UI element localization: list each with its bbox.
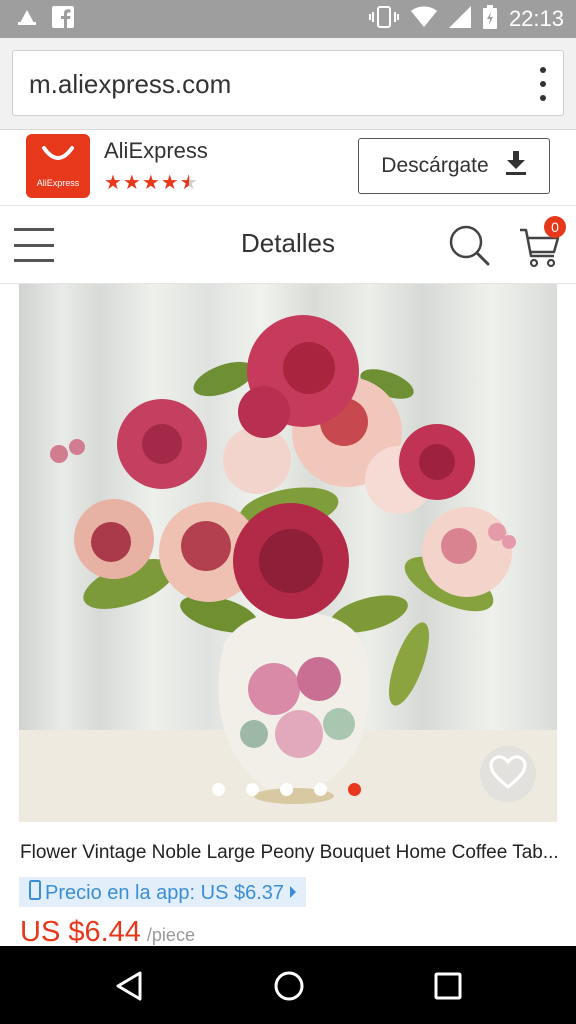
app-price-label: Precio en la app: US $6.37 [45, 881, 285, 904]
battery-icon [482, 4, 497, 34]
back-icon[interactable] [114, 970, 144, 1007]
overflow-menu-icon[interactable] [537, 67, 549, 101]
heart-icon [489, 755, 527, 794]
download-label: Descárgate [381, 154, 489, 177]
signal-icon [448, 5, 471, 33]
app-name: AliExpress [104, 138, 208, 163]
carousel-dot[interactable] [280, 783, 293, 796]
address-bar[interactable]: m.aliexpress.com [12, 50, 564, 116]
system-navigation-bar [0, 946, 576, 1024]
browser-toolbar: m.aliexpress.com [0, 38, 576, 130]
favorite-button[interactable] [480, 746, 536, 802]
product-image[interactable] [19, 284, 557, 822]
carousel-dot-active[interactable] [348, 783, 361, 796]
phone-icon [29, 880, 41, 906]
wifi-icon [410, 6, 437, 33]
vibrate-icon [368, 5, 399, 33]
chevron-right-icon [288, 882, 298, 905]
search-icon[interactable] [448, 224, 490, 271]
price-unit: /piece [146, 925, 195, 945]
app-logo[interactable]: AliExpress [26, 134, 90, 198]
cart-badge: 0 [544, 216, 566, 238]
page-header: Detalles [0, 206, 576, 284]
price-row: US $6.44 /piece [20, 916, 195, 949]
download-icon [505, 151, 527, 181]
download-app-button[interactable]: Descárgate [358, 138, 550, 194]
cloud-alert-icon [16, 7, 38, 32]
app-install-banner: AliExpress AliExpress ★★★★★★ Descárgate [0, 130, 576, 206]
facebook-icon [52, 6, 74, 33]
recent-apps-icon[interactable] [434, 972, 462, 1005]
status-bar: 22:13 [0, 0, 576, 38]
url-text[interactable]: m.aliexpress.com [29, 69, 231, 100]
product-photo [19, 315, 557, 822]
product-price: US $6.44 [20, 916, 141, 948]
rating-stars: ★★★★★★ [104, 172, 199, 194]
product-title[interactable]: Flower Vintage Noble Large Peony Bouquet… [20, 842, 560, 864]
home-icon[interactable] [273, 970, 305, 1007]
carousel-indicator [212, 783, 361, 796]
carousel-dot[interactable] [246, 783, 259, 796]
logo-text: AliExpress [36, 178, 80, 188]
app-price-banner[interactable]: Precio en la app: US $6.37 [19, 877, 307, 907]
carousel-dot[interactable] [212, 783, 225, 796]
carousel-dot[interactable] [314, 783, 327, 796]
status-time: 22:13 [508, 6, 564, 31]
